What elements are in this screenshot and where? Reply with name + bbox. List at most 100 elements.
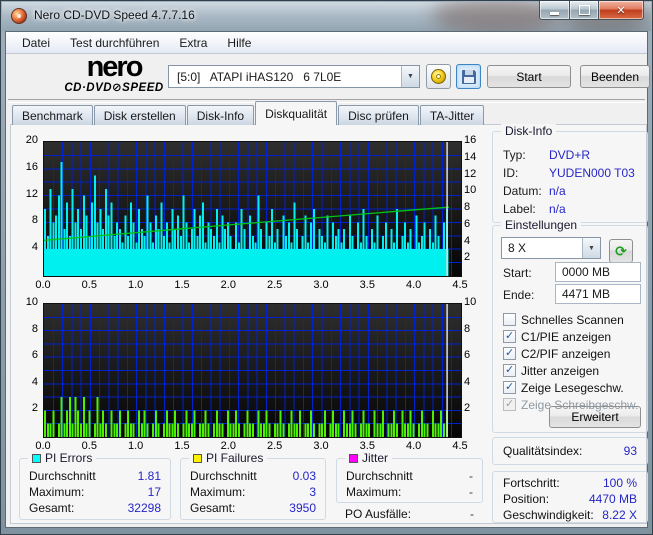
checkbox-label: Zeige Schreibgeschw. — [521, 397, 639, 412]
axis-tick-label: 0.0 — [35, 440, 51, 452]
quit-button[interactable]: Beenden — [580, 65, 650, 88]
axis-tick-label: 10 — [464, 296, 477, 308]
toolbar: nero CD·DVD⊘SPEED [5:0] ATAPI iHAS120 6 … — [6, 53, 650, 99]
menu-item-datei[interactable]: Datei — [12, 34, 60, 52]
pi-failures-stats-box: PI Failures Durchschnitt 0.03 Maximum: 3 Ges… — [180, 451, 326, 520]
pi-errors-rows: Durchschnitt 1.81 Maximum: 17 Gesamt: 32298 — [29, 468, 161, 516]
quality-index-value: 93 — [623, 444, 637, 458]
end-position-field[interactable]: 4471 MB — [555, 284, 641, 304]
axis-tick-label: 4 — [31, 375, 38, 388]
axis-tick-label: 2 — [464, 251, 471, 264]
quality-index-box: Qualitätsindex: 93 — [492, 437, 648, 465]
axis-tick-label: 2.5 — [267, 279, 283, 291]
window-title: Nero CD-DVD Speed 4.7.7.16 — [34, 8, 195, 22]
tab-disc-pr-fen[interactable]: Disc prüfen — [338, 105, 419, 125]
axis-tick-label: 8 — [31, 322, 38, 335]
pi-failures-legend-swatch — [193, 453, 202, 463]
start-button[interactable]: Start — [487, 65, 571, 88]
stat-value: - — [469, 469, 473, 483]
disk-info-value: YUDEN000 T03 — [549, 166, 635, 180]
tabpage: PI Errors Durchschnitt 1.81 Maximum: 17 Gesa… — [10, 124, 648, 524]
speed-select[interactable]: 8 X ▼ — [501, 237, 601, 259]
pi-errors-chart — [43, 141, 462, 277]
stat-value: 32298 — [127, 501, 161, 515]
axis-tick-label: 8 — [464, 201, 471, 213]
minimize-button[interactable] — [539, 1, 570, 20]
disk-info-label: Datum: — [503, 184, 542, 198]
pi-errors-row: Durchschnitt 1.81 — [29, 468, 161, 484]
tab-diskqualit-t[interactable]: Diskqualität — [255, 101, 338, 125]
pi-failures-title: PI Failures — [206, 451, 264, 465]
pi-failures-row: Gesamt: 3950 — [190, 500, 316, 516]
progress-row-geschwindigkeit: Geschwindigkeit: 8.22 X — [503, 507, 637, 523]
jitter-stats-box: Jitter Durchschnitt - Maximum: - — [336, 451, 483, 503]
menu-item-extra[interactable]: Extra — [169, 34, 217, 52]
menu-item-test-durchf-hren[interactable]: Test durchführen — [60, 34, 169, 52]
settings-title: Einstellungen — [501, 218, 582, 232]
start-position-field[interactable]: 0000 MB — [555, 262, 641, 282]
axis-tick-label: 2.0 — [220, 440, 236, 452]
pi-failures-chart — [43, 303, 462, 438]
axis-tick-label: 4 — [464, 375, 471, 388]
save-button[interactable] — [456, 64, 481, 89]
checkbox-schnelles-scannen[interactable] — [503, 313, 516, 326]
pi-failures-legend: PI Failures — [189, 451, 268, 465]
close-button[interactable]: ✕ — [599, 1, 644, 20]
speed-select-value: 8 X — [508, 241, 527, 255]
disk-info-title: Disk-Info — [501, 124, 557, 138]
disk-info-row: ID: YUDEN000 T03 — [503, 164, 639, 182]
checkbox-c1-pie-anzeigen[interactable] — [503, 330, 516, 343]
axis-tick-label: 1.5 — [174, 440, 190, 452]
checkbox-label: Zeige Lesegeschw. — [521, 380, 624, 395]
chevron-down-icon: ▼ — [401, 66, 419, 87]
stat-value: 3 — [309, 485, 316, 499]
axis-tick-label: 1.5 — [174, 279, 190, 291]
po-failures-value: - — [470, 507, 474, 521]
minimize-icon — [550, 11, 559, 15]
drive-select-value: [5:0] ATAPI iHAS120 6 7L0E — [177, 69, 342, 84]
caption-buttons: ✕ — [539, 1, 644, 20]
axis-tick-label: 16 — [25, 160, 38, 173]
axis-tick-label: 0.5 — [81, 279, 97, 291]
axis-tick-label: 16 — [464, 134, 477, 146]
tab-disk-info[interactable]: Disk-Info — [186, 105, 255, 125]
axis-tick-label: 0.5 — [81, 440, 97, 452]
axis-tick-label: 12 — [464, 167, 477, 180]
checkbox-row-jitter-anzeigen: Jitter anzeigen — [503, 363, 599, 378]
pi-errors-row: Gesamt: 32298 — [29, 500, 161, 516]
stat-label: Gesamt: — [29, 501, 75, 515]
disk-info-row: Label: n/a — [503, 200, 639, 218]
eject-disc-button[interactable] — [426, 64, 451, 89]
maximize-button[interactable] — [570, 1, 599, 20]
refresh-button[interactable]: ⟳ — [609, 239, 633, 263]
checkbox-c2-pif-anzeigen[interactable] — [503, 347, 516, 360]
disk-info-value: DVD+R — [549, 148, 591, 162]
stat-value: 1.81 — [137, 469, 161, 483]
axis-tick-label: 12 — [25, 187, 38, 200]
axis-tick-label: 4 — [464, 234, 471, 247]
tab-ta-jitter[interactable]: TA-Jitter — [419, 105, 485, 125]
po-failures-label: PO Ausfälle: — [345, 507, 412, 521]
menu-item-hilfe[interactable]: Hilfe — [217, 34, 261, 52]
axis-tick-label: 4.0 — [406, 279, 422, 291]
checkbox-label: C2/PIF anzeigen — [521, 346, 611, 361]
nero-logo: nero CD·DVD⊘SPEED — [54, 53, 174, 95]
axis-tick-label: 3.0 — [313, 279, 329, 291]
axis-tick-label: 14 — [464, 150, 477, 163]
checkbox-row-schnelles-scannen: Schnelles Scannen — [503, 312, 624, 327]
axis-tick-label: 3.5 — [359, 440, 375, 452]
drive-select[interactable]: [5:0] ATAPI iHAS120 6 7L0E ▼ — [168, 65, 420, 88]
axis-tick-label: 3.0 — [313, 440, 329, 452]
checkbox-jitter-anzeigen[interactable] — [503, 364, 516, 377]
tab-benchmark[interactable]: Benchmark — [12, 105, 93, 125]
disk-info-value: n/a — [549, 202, 566, 216]
axis-tick-label: 2 — [31, 402, 38, 415]
checkbox-label: C1/PIE anzeigen — [521, 329, 612, 344]
checkbox-row-c1-pie-anzeigen: C1/PIE anzeigen — [503, 329, 611, 344]
checkbox-zeige-lesegeschw[interactable] — [503, 381, 516, 394]
axis-tick-label: 4.5 — [452, 279, 468, 291]
tab-disk-erstellen[interactable]: Disk erstellen — [93, 105, 186, 125]
pi-failures-row: Durchschnitt 0.03 — [190, 468, 316, 484]
axis-tick-label: 20 — [25, 134, 38, 146]
disk-info-value: n/a — [549, 184, 566, 198]
